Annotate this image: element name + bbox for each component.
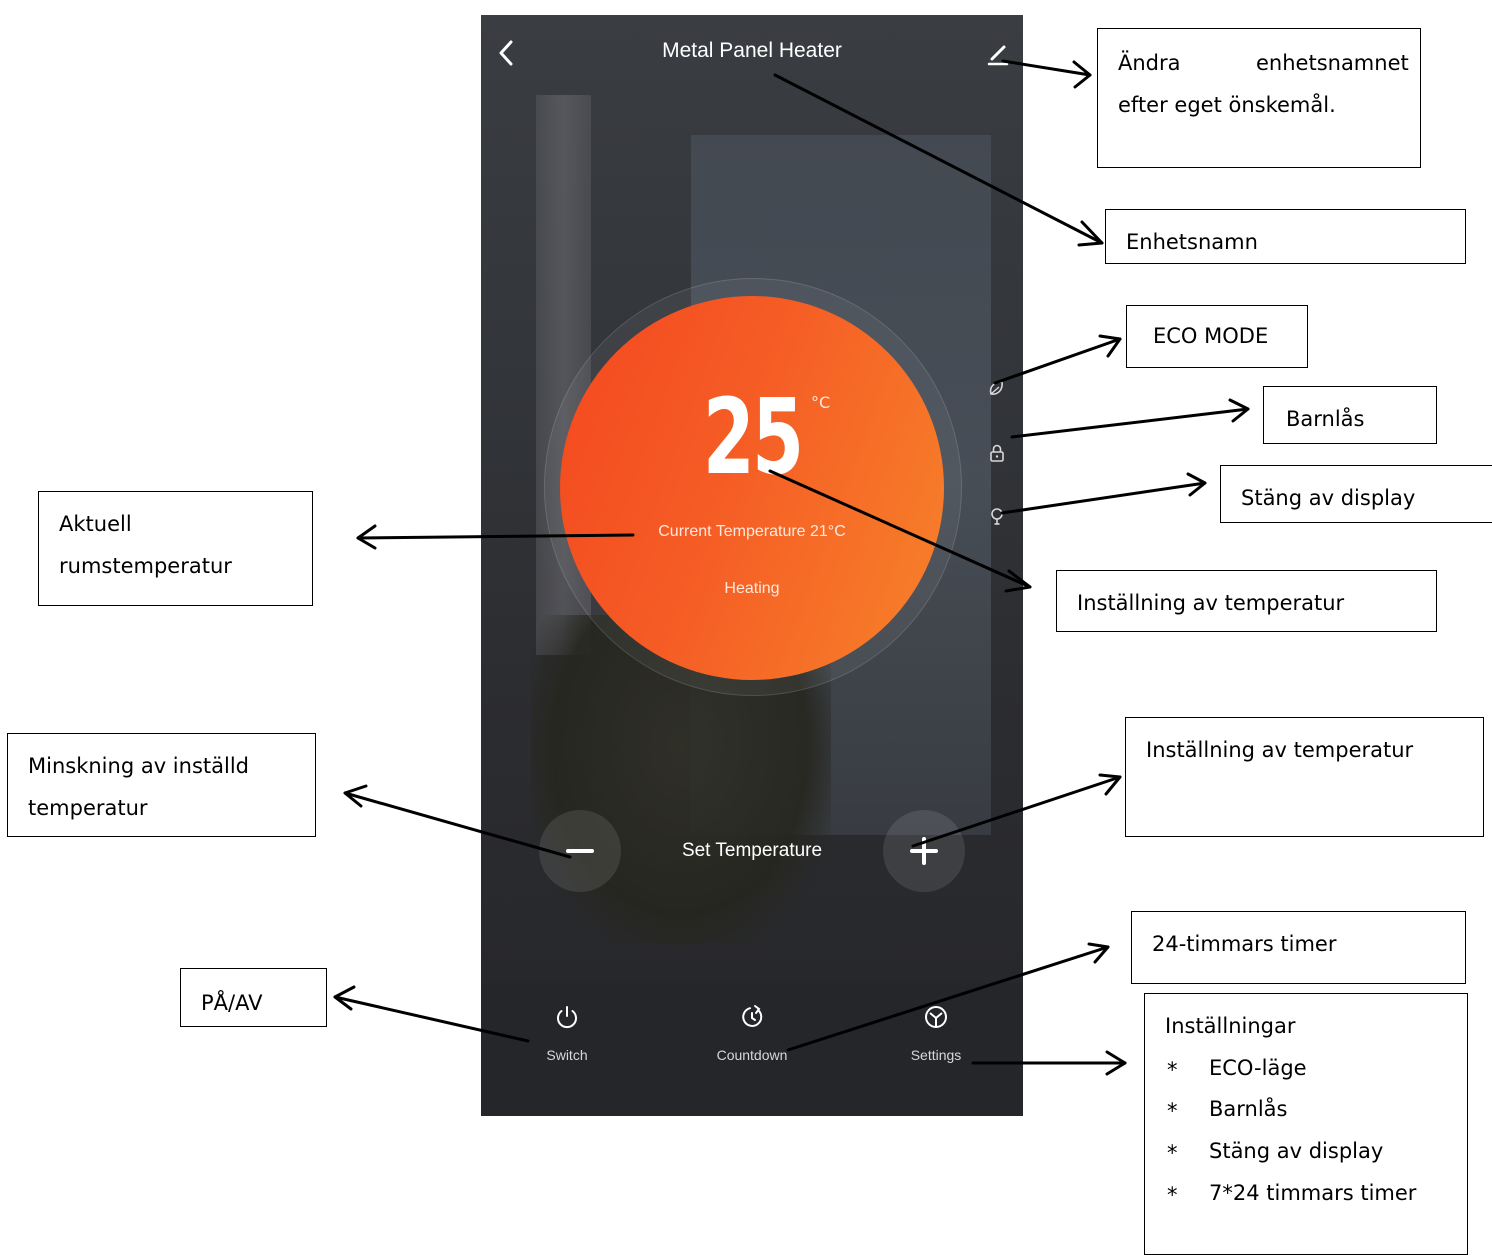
callout-edit-name-word2: enhetsnamnet	[1256, 51, 1409, 75]
callout-child-lock: Barnlås	[1263, 386, 1437, 444]
eco-mode-button[interactable]	[986, 378, 1008, 400]
callout-child-lock-text: Barnlås	[1286, 407, 1365, 431]
display-off-button[interactable]	[986, 506, 1008, 528]
settings-tab[interactable]: Settings	[876, 1003, 996, 1063]
settings-bullet: *	[1167, 1099, 1178, 1123]
settings-bullet: *	[1167, 1141, 1178, 1165]
settings-item-display: Stäng av display	[1209, 1139, 1384, 1163]
temperature-unit: °C	[811, 393, 831, 412]
callout-on-off: PÅ/AV	[180, 968, 327, 1027]
switch-tab[interactable]: Switch	[507, 1003, 627, 1063]
device-title: Metal Panel Heater	[662, 39, 842, 62]
increase-temperature-button[interactable]	[883, 810, 965, 892]
heating-status: Heating	[724, 580, 780, 597]
countdown-tab-label: Countdown	[716, 1047, 788, 1063]
settings-bullet: *	[1167, 1183, 1178, 1207]
set-temperature-value: 25	[702, 376, 804, 498]
callout-timer: 24-timmars timer	[1131, 911, 1466, 984]
callout-edit-name-word1: Ändra	[1118, 51, 1181, 75]
callout-temp-setting-2-text: Inställning av temperatur	[1146, 738, 1414, 762]
settings-item-timer: 7*24 timmars timer	[1209, 1181, 1417, 1205]
callout-device-name: Enhetsnamn	[1105, 209, 1466, 264]
current-temperature: Current Temperature 21°C	[658, 523, 846, 540]
callout-timer-text: 24-timmars timer	[1152, 932, 1337, 956]
settings-item-lock: Barnlås	[1209, 1097, 1288, 1121]
callout-edit-name: Ändra enhetsnamnet efter eget önskemål.	[1097, 28, 1421, 168]
bulb-icon	[991, 508, 1003, 525]
switch-tab-label: Switch	[546, 1047, 588, 1063]
callout-eco-mode: ECO MODE	[1126, 305, 1308, 368]
callout-on-off-text: PÅ/AV	[201, 991, 263, 1015]
callout-current-room-temp-line1: Aktuell	[59, 512, 132, 536]
eco-leaf-icon	[989, 381, 1003, 395]
callout-display-off-text: Stäng av display	[1241, 486, 1416, 510]
countdown-icon	[742, 1005, 763, 1027]
callout-decrease-temp: Minskning av inställd temperatur	[7, 733, 316, 837]
bottom-tab-bar: Switch Countdown Settings	[481, 983, 1023, 1116]
callout-eco-mode-text: ECO MODE	[1153, 324, 1269, 348]
callout-current-room-temp-line2: rumstemperatur	[59, 554, 232, 578]
callout-device-name-text: Enhetsnamn	[1126, 230, 1258, 254]
power-icon	[557, 1006, 577, 1029]
pencil-icon	[987, 45, 1009, 66]
child-lock-button[interactable]	[986, 442, 1008, 464]
phone-screen: Metal Panel Heater 25 °C Current Tempera…	[481, 15, 1023, 1116]
callout-current-room-temp: Aktuell rumstemperatur	[38, 491, 313, 606]
top-bar: Metal Panel Heater	[481, 15, 1023, 87]
callout-settings-title: Inställningar	[1165, 1014, 1296, 1038]
settings-cube-icon	[925, 1006, 947, 1028]
arrow-display-off	[1000, 481, 1207, 515]
arrow-child-lock	[1010, 407, 1250, 439]
callout-temp-setting-2: Inställning av temperatur	[1125, 717, 1484, 837]
callout-edit-name-line2: efter eget önskemål.	[1118, 93, 1336, 117]
callout-temp-setting-1: Inställning av temperatur	[1056, 570, 1437, 632]
callout-decrease-temp-line2: temperatur	[28, 796, 148, 820]
lock-icon	[990, 444, 1004, 462]
settings-item-eco: ECO-läge	[1209, 1056, 1307, 1080]
countdown-tab[interactable]: Countdown	[692, 1003, 812, 1063]
callout-display-off: Stäng av display	[1220, 465, 1492, 523]
callout-temp-setting-1-text: Inställning av temperatur	[1077, 591, 1345, 615]
callout-decrease-temp-line1: Minskning av inställd	[28, 754, 249, 778]
settings-tab-label: Settings	[910, 1047, 962, 1063]
plus-icon	[910, 837, 938, 865]
edit-name-button[interactable]	[983, 39, 1013, 69]
settings-bullet: *	[1167, 1058, 1178, 1082]
callout-settings: Inställningar * ECO-läge * Barnlås * Stä…	[1144, 993, 1468, 1255]
temperature-dial: 25 °C Current Temperature 21°C Heating	[560, 296, 944, 680]
